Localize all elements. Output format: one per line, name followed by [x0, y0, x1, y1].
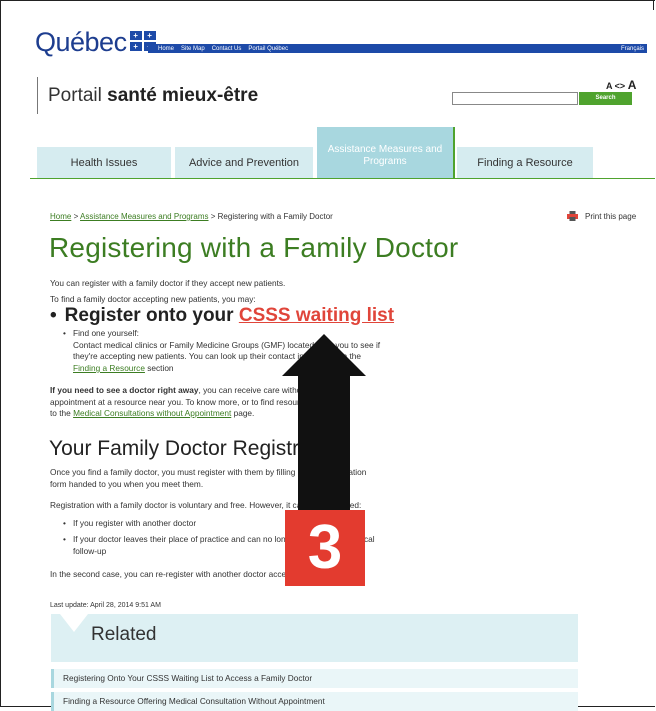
right-away-line-3: to the Medical Consultations without App… — [50, 408, 255, 418]
termination-bullet-2-cont: follow-up — [73, 546, 107, 556]
topnav-home-link[interactable]: Home — [158, 46, 174, 52]
breadcrumb-section-link[interactable]: Assistance Measures and Programs — [80, 212, 209, 221]
portal-title[interactable]: Portail santé mieux-être — [37, 77, 258, 114]
tab-health-issues[interactable]: Health Issues — [37, 147, 171, 178]
intro-line-2: To find a family doctor accepting new pa… — [50, 294, 256, 304]
right-away-line-1: If you need to see a doctor right away, … — [50, 385, 309, 395]
tabs-underline — [30, 178, 655, 179]
find-yourself-line-3: Finding a Resource section — [73, 363, 174, 373]
intro-line-1: You can register with a family doctor if… — [50, 278, 286, 288]
consultations-link[interactable]: Medical Consultations without Appointmen… — [73, 408, 231, 418]
related-item[interactable]: Finding a Resource Offering Medical Cons… — [51, 692, 578, 711]
active-tab-edge — [453, 127, 455, 179]
search-button[interactable]: Search — [579, 92, 632, 105]
step-number-badge: 3 — [285, 510, 365, 586]
csss-waiting-list-link[interactable]: CSSS waiting list — [239, 305, 394, 326]
top-nav-bar: Home Site Map Contact Us Portail Québec … — [148, 44, 647, 53]
print-link[interactable]: Print this page — [567, 211, 636, 221]
font-size-toggle[interactable]: A <> A — [606, 78, 636, 92]
find-yourself-bullet: Find one yourself: — [63, 328, 139, 339]
language-link[interactable]: Français — [621, 46, 644, 52]
finding-resource-link[interactable]: Finding a Resource — [73, 363, 145, 373]
topnav-sitemap-link[interactable]: Site Map — [181, 46, 205, 52]
search-input[interactable] — [452, 92, 578, 105]
printer-icon — [567, 211, 578, 221]
tab-finding-resource[interactable]: Finding a Resource — [457, 147, 593, 178]
last-update: Last update: April 28, 2014 9:51 AM — [50, 602, 161, 609]
breadcrumb: Home > Assistance Measures and Programs … — [50, 212, 333, 221]
page-title: Registering with a Family Doctor — [49, 232, 459, 263]
logo-text: Québec — [35, 26, 127, 57]
related-notch — [60, 614, 88, 632]
breadcrumb-current: Registering with a Family Doctor — [217, 212, 333, 221]
related-item[interactable]: Registering Onto Your CSSS Waiting List … — [51, 669, 578, 688]
termination-bullet-1: If you register with another doctor — [63, 518, 196, 529]
breadcrumb-home-link[interactable]: Home — [50, 212, 71, 221]
tab-advice-prevention[interactable]: Advice and Prevention — [175, 147, 313, 178]
registration-line-2: form handed to you when you meet them. — [50, 479, 204, 489]
topnav-contact-link[interactable]: Contact Us — [212, 46, 242, 52]
tab-assistance-measures[interactable]: Assistance Measures and Programs — [317, 127, 453, 178]
related-title: Related — [91, 624, 157, 645]
quebec-logo[interactable]: Québec + + + + — [35, 26, 156, 58]
topnav-portail-link[interactable]: Portail Québec — [248, 46, 288, 52]
frame-edge — [653, 0, 654, 10]
csss-waiting-list-bullet: • Register onto your CSSS waiting list — [50, 305, 395, 326]
